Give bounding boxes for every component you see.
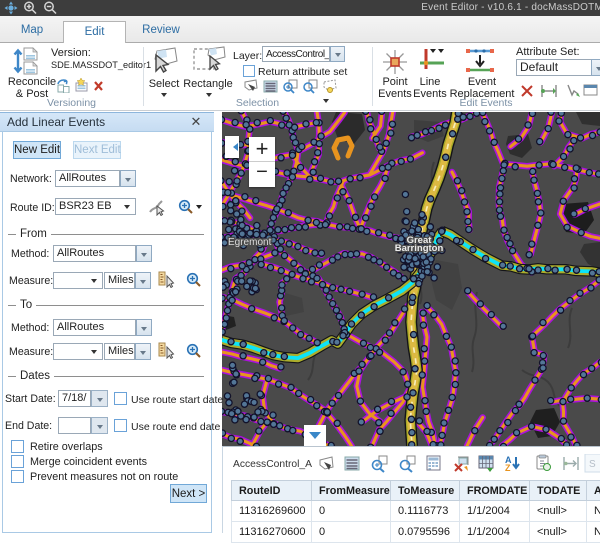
svg-text:S: S [589, 459, 596, 470]
svg-text:Barrington: Barrington [395, 243, 444, 254]
svg-text:Egremont: Egremont [228, 237, 272, 248]
svg-text:Z: Z [505, 463, 511, 473]
